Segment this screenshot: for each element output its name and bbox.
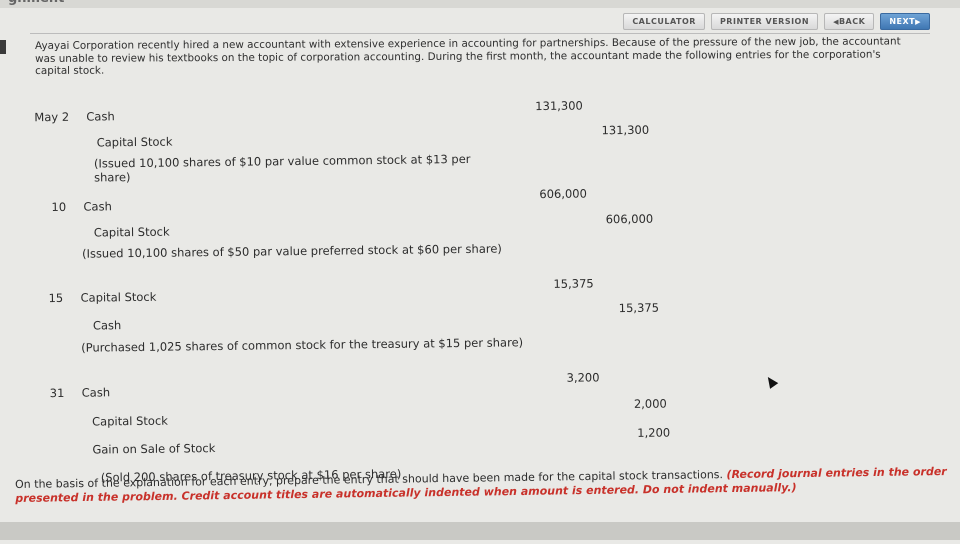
- credit-amount: 2,000: [633, 396, 667, 411]
- entry-date: 10: [51, 199, 67, 215]
- entry-explanation: (Purchased 1,025 shares of common stock …: [81, 335, 524, 355]
- credit-account: Gain on Sale of Stock: [92, 441, 216, 457]
- bottom-bar: [0, 522, 960, 540]
- entry-date: 15: [48, 290, 64, 306]
- debit-account: Cash: [83, 199, 112, 214]
- entry-explanation: (Issued 10,100 shares of $50 par value p…: [81, 241, 502, 261]
- credit-amount: 15,375: [618, 300, 660, 316]
- journal-entries: May 2 Cash 131,300 Capital Stock 131,300…: [0, 0, 960, 544]
- credit-amount: 606,000: [605, 211, 654, 227]
- debit-amount: 3,200: [566, 370, 600, 385]
- entry-explanation: (Issued 10,100 shares of $10 par value c…: [93, 151, 471, 185]
- debit-amount: 606,000: [539, 186, 587, 202]
- credit-account: Capital Stock: [91, 413, 168, 429]
- debit-amount: 15,375: [553, 276, 594, 291]
- entry-date: May 2: [34, 109, 70, 125]
- debit-amount: 131,300: [535, 98, 583, 114]
- credit-amount: 131,300: [601, 122, 650, 138]
- debit-account: Cash: [81, 385, 111, 400]
- credit-account: Cash: [92, 318, 122, 333]
- entry-date: 31: [49, 385, 65, 401]
- credit-account: Capital Stock: [93, 224, 170, 240]
- debit-account: Capital Stock: [80, 289, 157, 305]
- credit-amount: 1,200: [637, 425, 671, 440]
- debit-account: Cash: [86, 109, 115, 124]
- credit-account: Capital Stock: [96, 134, 173, 150]
